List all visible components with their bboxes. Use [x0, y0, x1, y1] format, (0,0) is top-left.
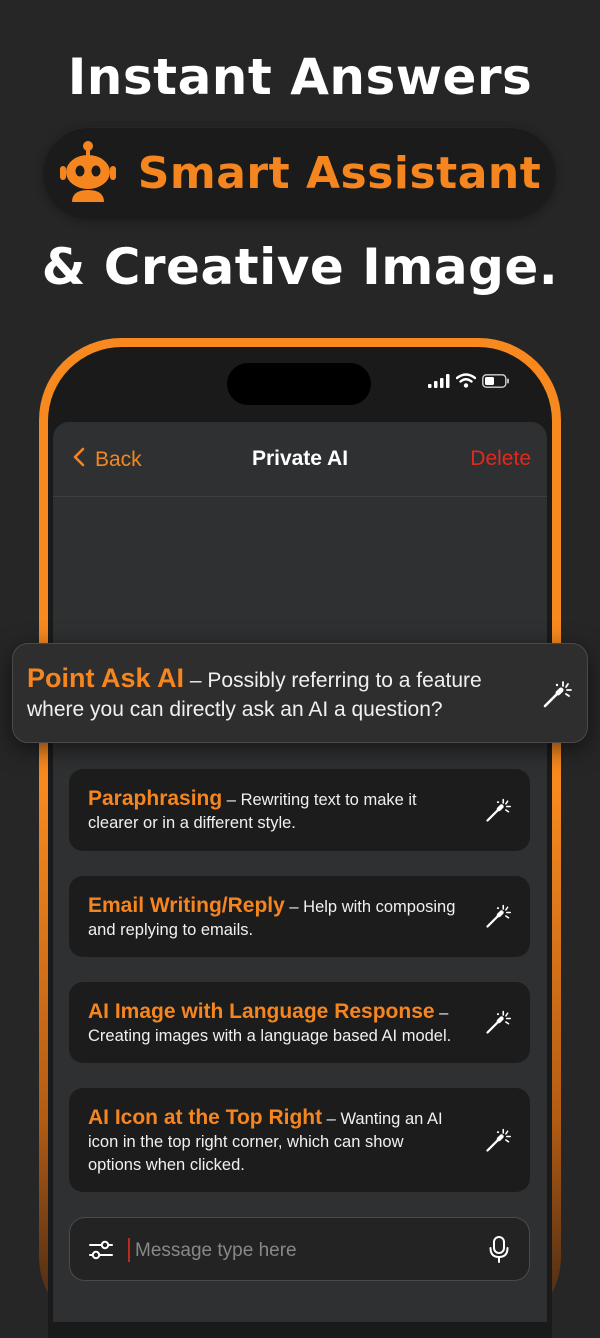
card-text: AI Icon at the Top Right – Wanting an AI… [88, 1106, 458, 1177]
status-bar [428, 373, 510, 393]
card-title: AI Icon at the Top Right [88, 1106, 323, 1129]
card-title: Email Writing/Reply [88, 894, 285, 917]
text-cursor [128, 1238, 130, 1262]
pill-label: Smart Assistant [137, 147, 542, 199]
headline-line-3: & Creative Image. [41, 238, 559, 296]
magic-wand-icon[interactable] [484, 1008, 512, 1041]
signal-icon [428, 373, 450, 393]
message-input-bar [69, 1217, 530, 1281]
card-text: Paraphrasing – Rewriting text to make it… [88, 787, 458, 835]
microphone-icon[interactable] [489, 1236, 509, 1269]
nav-bar: Back Private AI Delete [53, 422, 547, 497]
suggestion-card[interactable]: AI Image with Language Response – Creati… [69, 982, 530, 1063]
card-text: AI Image with Language Response – Creati… [88, 1000, 458, 1048]
headline-line-1: Instant Answers [67, 48, 533, 106]
wifi-icon [455, 373, 477, 393]
magic-wand-icon[interactable] [484, 796, 512, 829]
card-title: Paraphrasing [88, 787, 223, 810]
dynamic-island [227, 363, 371, 405]
battery-icon [482, 373, 510, 393]
featured-suggestion-card[interactable]: Point Ask AI – Possibly referring to a f… [12, 643, 588, 743]
magic-wand-icon[interactable] [484, 1126, 512, 1159]
suggestion-card[interactable]: AI Icon at the Top Right – Wanting an AI… [69, 1088, 530, 1192]
featured-title: Point Ask AI [27, 663, 185, 693]
smart-assistant-pill: Smart Assistant [43, 127, 556, 219]
card-text: Email Writing/Reply – Help with composin… [88, 894, 458, 942]
suggestion-card[interactable]: Paraphrasing – Rewriting text to make it… [69, 769, 530, 851]
delete-button[interactable]: Delete [470, 447, 531, 471]
robot-icon [58, 140, 118, 207]
suggestion-card[interactable]: Email Writing/Reply – Help with composin… [69, 876, 530, 957]
magic-wand-icon[interactable] [541, 678, 573, 715]
magic-wand-icon[interactable] [484, 902, 512, 935]
featured-text: Point Ask AI – Possibly referring to a f… [27, 664, 507, 724]
sliders-icon[interactable] [89, 1240, 113, 1265]
message-input[interactable] [133, 1234, 477, 1268]
card-title: AI Image with Language Response [88, 1000, 435, 1023]
